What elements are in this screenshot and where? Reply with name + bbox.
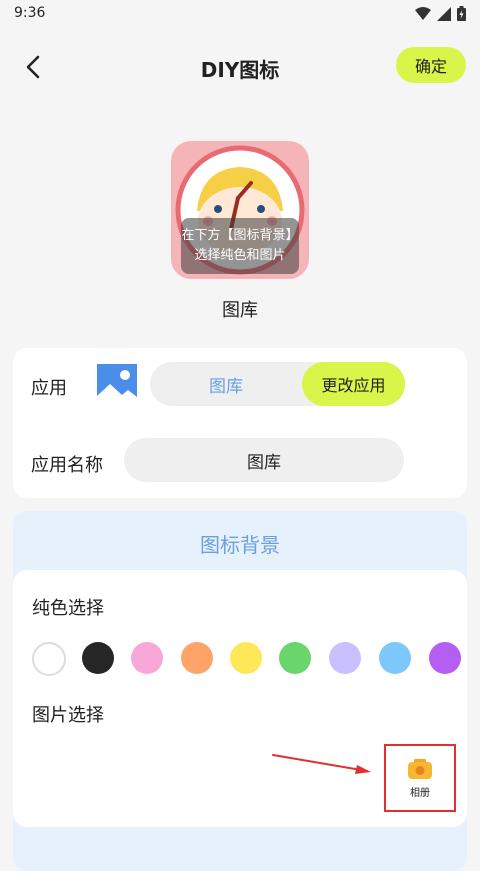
confirm-button[interactable]: 确定 bbox=[396, 47, 466, 83]
app-card: 应用 图库 更改应用 应用名称 图库 bbox=[13, 348, 467, 498]
battery-icon bbox=[457, 6, 466, 21]
preview-hint: 在下方【图标背景】 选择纯色和图片 bbox=[181, 218, 299, 274]
section-title: 图标背景 bbox=[200, 533, 280, 557]
app-selector: 图库 更改应用 bbox=[150, 362, 405, 406]
arrow-pointer bbox=[272, 754, 371, 774]
preview-hint-line2: 选择纯色和图片 bbox=[194, 248, 286, 263]
swatch-green[interactable] bbox=[279, 642, 311, 674]
next-section-edge bbox=[13, 842, 467, 862]
solid-color-heading: 纯色选择 bbox=[32, 598, 104, 619]
status-bar: 9:36 bbox=[0, 0, 480, 28]
swatch-orange[interactable] bbox=[181, 642, 213, 674]
app-name-input[interactable]: 图库 bbox=[124, 438, 404, 482]
gallery-app-icon bbox=[97, 364, 137, 404]
swatch-lavender[interactable] bbox=[329, 642, 361, 674]
icon-preview: 在下方【图标背景】 选择纯色和图片 bbox=[171, 141, 309, 279]
swatch-yellow[interactable] bbox=[230, 642, 262, 674]
change-app-button[interactable]: 更改应用 bbox=[302, 362, 405, 406]
image-heading: 图片选择 bbox=[32, 705, 104, 726]
wifi-icon bbox=[415, 6, 431, 20]
status-time: 9:36 bbox=[14, 5, 46, 21]
icon-background-section: 图标背景 纯色选择 图片选择 相册 bbox=[13, 511, 467, 871]
status-icons bbox=[415, 6, 466, 21]
swatch-light-blue[interactable] bbox=[379, 642, 411, 674]
preview-app-name: 图库 bbox=[222, 300, 258, 321]
swatch-white[interactable] bbox=[32, 642, 66, 676]
album-button[interactable]: 相册 bbox=[384, 744, 456, 812]
app-label: 应用 bbox=[31, 378, 67, 399]
current-app[interactable]: 图库 bbox=[150, 362, 302, 406]
color-swatches bbox=[32, 642, 462, 676]
camera-icon bbox=[408, 758, 432, 779]
swatch-pink[interactable] bbox=[131, 642, 163, 674]
album-label: 相册 bbox=[410, 787, 430, 799]
app-name-label: 应用名称 bbox=[31, 455, 103, 476]
swatch-purple[interactable] bbox=[429, 642, 461, 674]
background-panel: 纯色选择 图片选择 相册 bbox=[13, 570, 467, 827]
top-bar: DIY图标 确定 bbox=[0, 40, 480, 92]
preview-hint-line1: 在下方【图标背景】 bbox=[181, 228, 299, 243]
swatch-black[interactable] bbox=[82, 642, 114, 674]
signal-icon bbox=[437, 6, 451, 21]
